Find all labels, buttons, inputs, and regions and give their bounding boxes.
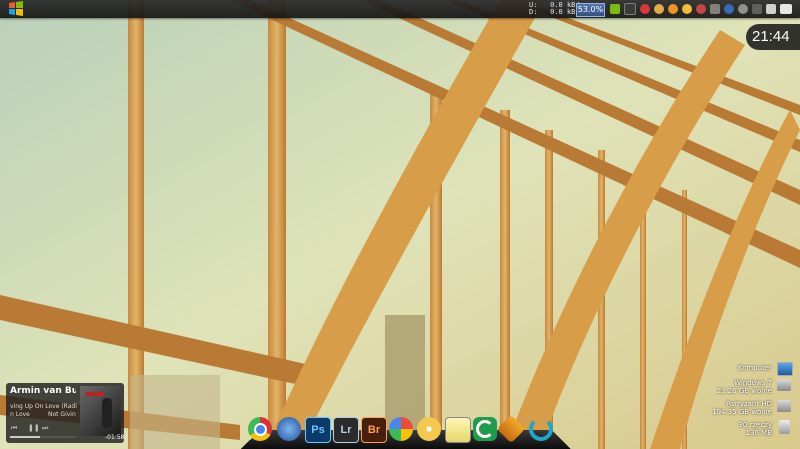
headset-icon[interactable] xyxy=(696,4,706,14)
nvidia-icon[interactable] xyxy=(610,4,620,14)
download-label: D: xyxy=(529,8,538,16)
hard-drive-icon xyxy=(777,379,791,391)
drive-name: Partyzant HD xyxy=(726,400,772,408)
trash-icon xyxy=(779,420,790,434)
drive-name: Windows 7 xyxy=(734,379,772,387)
next-icon[interactable]: ⏭ xyxy=(42,424,48,433)
drive-name: Komputer xyxy=(737,364,772,372)
sync-icon[interactable] xyxy=(529,417,553,441)
artist-name: Armin van Bu xyxy=(10,386,76,396)
drive-partyzant[interactable]: Partyzant HD 194.35 GB wolne xyxy=(712,400,772,416)
ccleaner-icon[interactable] xyxy=(473,417,497,441)
thunderbird-icon[interactable] xyxy=(277,417,301,441)
bin-size: 136 MB xyxy=(745,429,772,437)
signal-icon[interactable] xyxy=(766,4,776,14)
pause-icon[interactable]: ❚❚ xyxy=(28,424,40,432)
monitor-icon[interactable] xyxy=(710,4,720,14)
windows-start-icon[interactable] xyxy=(5,0,27,18)
orange-icon[interactable] xyxy=(668,4,678,14)
lightroom-icon[interactable]: Lr xyxy=(333,417,359,443)
antivirus-icon[interactable] xyxy=(640,4,650,14)
drive-windows7[interactable]: Windows 7 23.26 GB wolne xyxy=(717,379,772,395)
previous-icon[interactable]: ⏮ xyxy=(11,424,17,433)
hard-drive-icon xyxy=(777,400,791,412)
drive-free: 23.26 GB wolne xyxy=(716,387,772,395)
volume-icon[interactable] xyxy=(738,4,748,14)
dvd-icon[interactable] xyxy=(417,417,441,441)
smile-icon[interactable] xyxy=(682,4,692,14)
photoshop-icon[interactable]: Ps xyxy=(305,417,331,443)
clock-time: 21:44 xyxy=(752,28,790,45)
bridge-icon[interactable]: Br xyxy=(361,417,387,443)
monitor-icon xyxy=(777,362,793,376)
battery-icon[interactable] xyxy=(780,4,792,14)
network-icon[interactable] xyxy=(752,4,762,14)
album-cover xyxy=(80,386,121,436)
firefox-icon[interactable] xyxy=(624,3,636,15)
music-player-widget: Armin van Bu ving Up On Love (Radi n Lov… xyxy=(6,383,124,443)
notepad-icon[interactable] xyxy=(445,417,471,443)
time-remaining: -01:58 xyxy=(105,434,125,441)
desktop-wallpaper xyxy=(0,0,800,449)
recycle-bin[interactable]: 30 rzeczy 136 MB xyxy=(738,421,772,437)
system-tray xyxy=(610,3,792,15)
bin-name: 30 rzeczy xyxy=(738,421,772,429)
star-icon[interactable] xyxy=(654,4,664,14)
chrome-icon[interactable] xyxy=(248,417,272,441)
picasa-icon[interactable] xyxy=(389,417,413,441)
drive-free: 194.35 GB wolne xyxy=(712,408,772,416)
album-right: Not Giving E xyxy=(48,411,76,418)
progress-bar[interactable] xyxy=(10,436,76,438)
drive-komputer[interactable]: Komputer xyxy=(738,364,772,372)
song-title: ving Up On Love (Radi xyxy=(10,403,77,410)
cpu-meter[interactable]: 53.0% xyxy=(576,3,605,17)
top-taskbar: U: 0.0 kB/s D: 0.0 kB/s 53.0% xyxy=(0,0,800,18)
bluetooth-icon[interactable] xyxy=(724,4,734,14)
